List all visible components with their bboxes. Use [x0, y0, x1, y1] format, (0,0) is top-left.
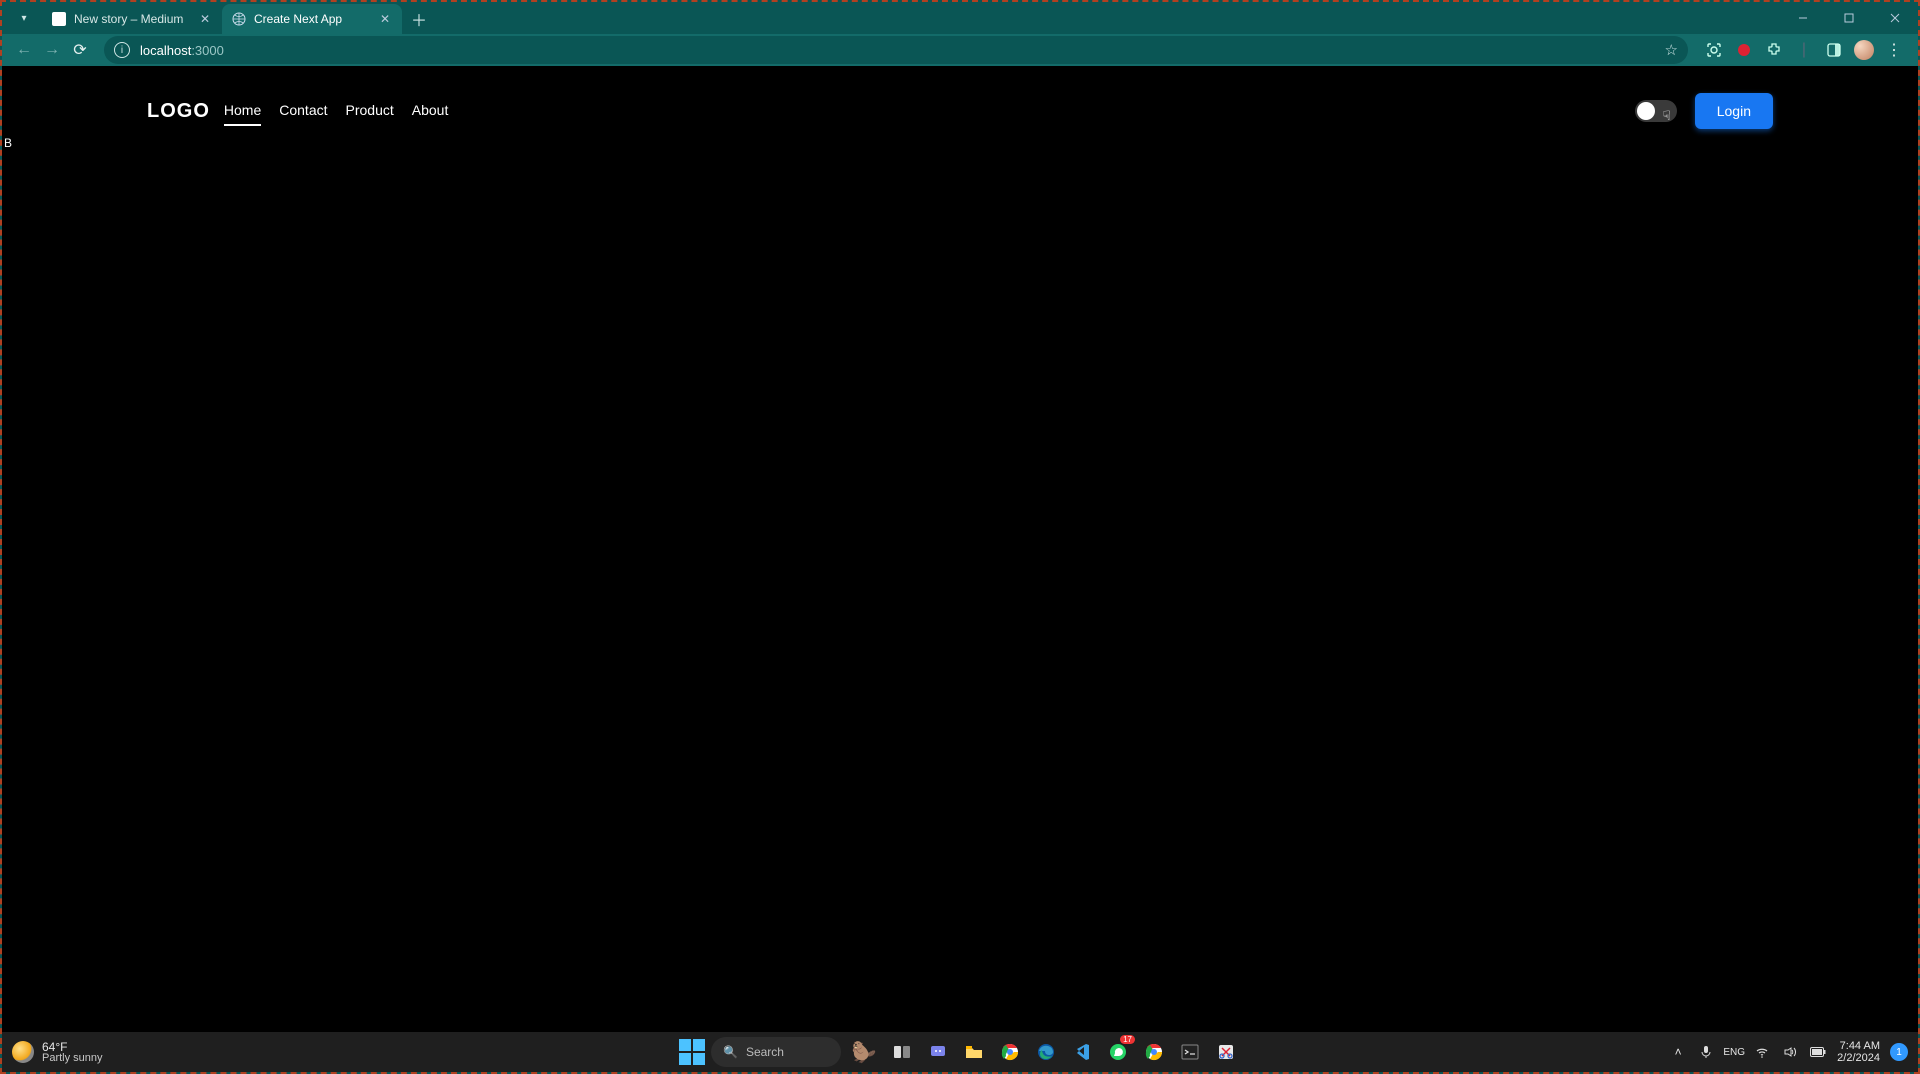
new-tab-button[interactable]: ＋	[406, 6, 432, 32]
taskbar-clock[interactable]: 7:44 AM 2/2/2024	[1837, 1040, 1880, 1064]
login-button[interactable]: Login	[1695, 93, 1773, 129]
clock-time: 7:44 AM	[1840, 1040, 1880, 1052]
close-icon[interactable]: ✕	[378, 12, 392, 26]
bookmark-star-icon[interactable]: ☆	[1665, 41, 1678, 59]
page-viewport: B LOGO Home Contact Product About ☟ Logi…	[2, 66, 1918, 1032]
whatsapp-icon[interactable]: 17	[1103, 1037, 1133, 1067]
search-icon: 🔍	[723, 1045, 738, 1059]
divider: |	[1794, 40, 1814, 60]
google-lens-icon[interactable]	[1704, 40, 1724, 60]
site-info-icon[interactable]: i	[114, 42, 130, 58]
extension-red-icon[interactable]	[1734, 40, 1754, 60]
tab-active-1[interactable]: Create Next App ✕	[222, 4, 402, 34]
tab-bar: ▾ New story – Medium ✕ Create Next App ✕…	[2, 2, 1918, 34]
nav-item-contact[interactable]: Contact	[279, 96, 327, 126]
badge-icon: 17	[1120, 1035, 1135, 1044]
back-button[interactable]: ←	[10, 36, 38, 64]
volume-icon[interactable]	[1781, 1043, 1799, 1061]
reload-button[interactable]: ⟳	[66, 36, 94, 64]
taskbar-search-placeholder: Search	[746, 1045, 784, 1059]
clock-date: 2/2/2024	[1837, 1052, 1880, 1064]
taskbar-search[interactable]: 🔍 Search	[711, 1037, 841, 1067]
chat-icon[interactable]	[923, 1037, 953, 1067]
minimize-button[interactable]	[1780, 2, 1826, 34]
chrome-menu-icon[interactable]: ⋮	[1884, 40, 1904, 60]
toggle-knob	[1637, 102, 1655, 120]
language-icon[interactable]: ENG	[1725, 1043, 1743, 1061]
battery-icon[interactable]	[1809, 1043, 1827, 1061]
site-logo[interactable]: LOGO	[147, 100, 210, 123]
nav-item-home[interactable]: Home	[224, 96, 261, 126]
taskbar-center: 🔍 Search 🦫 17	[679, 1037, 1241, 1067]
system-tray: ˄ ENG 7:44 AM 2/2/2024 1	[1669, 1040, 1918, 1064]
notifications-icon[interactable]: 1	[1890, 1043, 1908, 1061]
globe-icon	[232, 12, 246, 26]
search-highlight-icon[interactable]: 🦫	[847, 1037, 881, 1067]
microphone-icon[interactable]	[1697, 1043, 1715, 1061]
start-button[interactable]	[679, 1039, 705, 1065]
browser-chrome: ▾ New story – Medium ✕ Create Next App ✕…	[2, 2, 1918, 66]
url-host: localhost	[140, 43, 191, 58]
nav-item-about[interactable]: About	[412, 96, 449, 126]
stray-text: B	[4, 136, 12, 150]
tray-overflow-icon[interactable]: ˄	[1669, 1043, 1687, 1061]
tab-search-dropdown[interactable]: ▾	[12, 6, 36, 30]
tab-title-0: New story – Medium	[74, 12, 198, 26]
extensions-puzzle-icon[interactable]	[1764, 40, 1784, 60]
nav-item-product[interactable]: Product	[346, 96, 394, 126]
weather-condition: Partly sunny	[42, 1053, 103, 1064]
file-explorer-icon[interactable]	[959, 1037, 989, 1067]
close-window-button[interactable]	[1872, 2, 1918, 34]
tab-inactive-0[interactable]: New story – Medium ✕	[42, 4, 222, 34]
taskbar-weather[interactable]: 64°F Partly sunny	[2, 1041, 113, 1064]
browser-toolbar: ← → ⟳ i localhost:3000 ☆ | ⋮	[2, 34, 1918, 66]
snip-icon[interactable]	[1211, 1037, 1241, 1067]
profile-avatar-icon[interactable]	[1854, 40, 1874, 60]
task-view-icon[interactable]	[887, 1037, 917, 1067]
weather-temp: 64°F	[42, 1041, 103, 1053]
url-port: :3000	[191, 43, 224, 58]
address-bar[interactable]: i localhost:3000 ☆	[104, 36, 1688, 64]
theme-toggle[interactable]: ☟	[1635, 100, 1677, 122]
windows-taskbar: 64°F Partly sunny 🔍 Search 🦫 17 ˄ ENG 7:…	[2, 1032, 1918, 1072]
maximize-button[interactable]	[1826, 2, 1872, 34]
medium-icon	[52, 12, 66, 26]
chrome-alt-icon[interactable]	[1139, 1037, 1169, 1067]
site-header: LOGO Home Contact Product About ☟ Login	[2, 66, 1918, 156]
chrome-icon[interactable]	[995, 1037, 1025, 1067]
tab-title-1: Create Next App	[254, 12, 378, 26]
primary-nav: Home Contact Product About	[224, 96, 448, 126]
vscode-icon[interactable]	[1067, 1037, 1097, 1067]
window-controls	[1780, 2, 1918, 34]
terminal-icon[interactable]	[1175, 1037, 1205, 1067]
weather-icon	[12, 1041, 34, 1063]
edge-icon[interactable]	[1031, 1037, 1061, 1067]
cursor-hand-icon: ☟	[1663, 108, 1671, 124]
close-icon[interactable]: ✕	[198, 12, 212, 26]
forward-button[interactable]: →	[38, 36, 66, 64]
wifi-icon[interactable]	[1753, 1043, 1771, 1061]
sidepanel-icon[interactable]	[1824, 40, 1844, 60]
extension-icons: | ⋮	[1698, 40, 1910, 60]
